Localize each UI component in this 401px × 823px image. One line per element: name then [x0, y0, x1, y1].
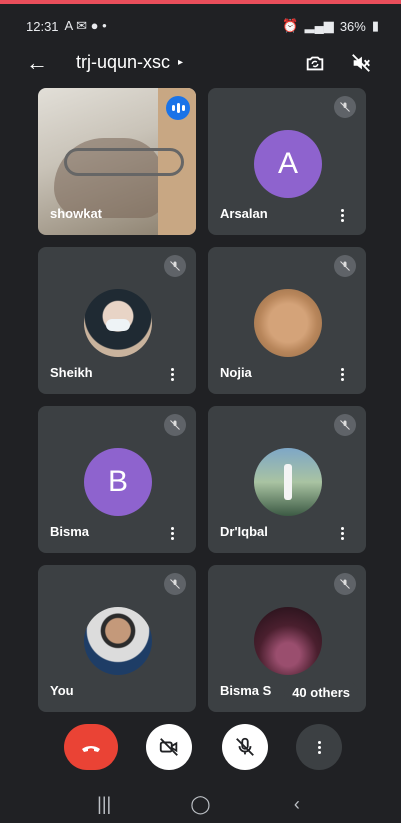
- avatar: B: [84, 448, 152, 516]
- mic-off-icon: [334, 96, 356, 118]
- speaking-indicator-icon: [166, 96, 190, 120]
- participant-tile-others[interactable]: Bisma S 40 others: [208, 565, 366, 712]
- participant-name: Nojia: [220, 365, 252, 380]
- end-call-button[interactable]: [64, 724, 118, 770]
- participant-name: Dr'Iqbal: [220, 524, 268, 539]
- more-options-icon[interactable]: [336, 364, 348, 384]
- mic-off-icon: [334, 255, 356, 277]
- meeting-code: trj-uqun-xsc: [76, 52, 171, 72]
- participant-tile-bisma[interactable]: B Bisma: [38, 406, 196, 553]
- switch-camera-icon[interactable]: [302, 50, 328, 76]
- status-bar: 12:31 A ✉ ● • ⏰ ▂▄▆ 36% ▮: [0, 4, 401, 48]
- participant-tile-you[interactable]: You: [38, 565, 196, 712]
- camera-toggle-button[interactable]: [146, 724, 192, 770]
- chevron-right-icon: ▸: [178, 57, 184, 68]
- avatar: [254, 448, 322, 516]
- avatar: A: [254, 130, 322, 198]
- battery-icon: ▮: [371, 18, 379, 33]
- call-controls: [0, 724, 401, 774]
- android-nav-bar: ||| ◯ ‹: [0, 785, 401, 823]
- avatar: [254, 607, 322, 675]
- more-options-icon[interactable]: [336, 205, 348, 225]
- participant-tile-dr-iqbal[interactable]: Dr'Iqbal: [208, 406, 366, 553]
- more-options-icon[interactable]: [336, 523, 348, 543]
- participant-tile-arsalan[interactable]: A Arsalan: [208, 88, 366, 235]
- recent-apps-icon[interactable]: |||: [84, 789, 124, 819]
- battery-text: 36%: [339, 18, 366, 34]
- notification-icons: A ✉ ● •: [64, 18, 107, 33]
- alarm-icon: ⏰: [282, 18, 299, 33]
- avatar: [84, 607, 152, 675]
- mic-off-icon: [236, 737, 254, 756]
- avatar: [84, 289, 152, 357]
- more-options-icon[interactable]: [166, 523, 178, 543]
- mic-off-icon: [334, 573, 356, 595]
- signal-icon: ▂▄▆: [304, 18, 334, 33]
- back-icon[interactable]: ‹: [277, 789, 317, 819]
- mic-off-icon: [334, 414, 356, 436]
- speaker-off-icon[interactable]: [348, 50, 374, 76]
- back-arrow-icon[interactable]: ←: [26, 50, 48, 76]
- status-time: 12:31: [26, 18, 59, 34]
- participant-name: Bisma S: [220, 683, 272, 698]
- video-feed: [64, 148, 184, 176]
- participant-tile-sheikh[interactable]: Sheikh: [38, 247, 196, 394]
- participant-name: Arsalan: [220, 206, 268, 221]
- others-count-badge[interactable]: 40 others: [284, 681, 358, 704]
- more-options-button[interactable]: [296, 724, 342, 770]
- participant-name: You: [50, 683, 74, 698]
- mic-off-icon: [164, 255, 186, 277]
- participant-tile-nojia[interactable]: Nojia: [208, 247, 366, 394]
- avatar: [254, 289, 322, 357]
- home-icon[interactable]: ◯: [180, 789, 220, 819]
- more-vert-icon: [317, 740, 321, 754]
- participant-name: Bisma: [50, 524, 90, 539]
- mic-toggle-button[interactable]: [222, 724, 268, 770]
- more-options-icon[interactable]: [166, 364, 178, 384]
- phone-hangup-icon: [82, 746, 100, 752]
- participant-name: Sheikh: [50, 365, 93, 380]
- participant-grid: showkat A Arsalan Sheikh Nojia B Bisma D…: [38, 88, 366, 712]
- mic-off-icon: [164, 573, 186, 595]
- mic-off-icon: [164, 414, 186, 436]
- meeting-header: ← trj-uqun-xsc ▸: [0, 48, 401, 78]
- camera-off-icon: [159, 738, 178, 756]
- participant-name: showkat: [50, 206, 103, 221]
- meeting-title[interactable]: trj-uqun-xsc ▸: [76, 52, 183, 73]
- participant-tile-showkat[interactable]: showkat: [38, 88, 196, 235]
